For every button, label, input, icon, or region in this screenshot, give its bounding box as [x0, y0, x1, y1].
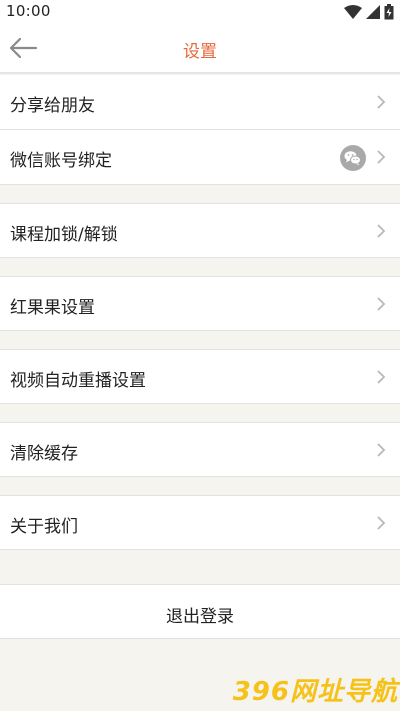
menu-item-about-us-label: 关于我们 — [10, 517, 78, 537]
menu-item-about-us[interactable]: 关于我们 — [0, 495, 400, 550]
logout-label: 退出登录 — [166, 607, 234, 627]
chevron-right-icon — [377, 443, 386, 457]
chevron-right-icon — [377, 297, 386, 311]
menu-item-course-lock[interactable]: 课程加锁/解锁 — [0, 203, 400, 258]
battery-icon — [384, 4, 394, 20]
chevron-right-icon — [377, 95, 386, 109]
wechat-icon — [340, 145, 366, 171]
menu-item-share[interactable]: 分享给朋友 — [0, 75, 400, 130]
chevron-right-icon — [377, 516, 386, 530]
chevron-right-icon — [377, 370, 386, 384]
logout-button[interactable]: 退出登录 — [0, 584, 400, 639]
menu-item-course-lock-label: 课程加锁/解锁 — [10, 225, 118, 245]
chevron-right-icon — [377, 224, 386, 238]
app-header: 设置 — [0, 24, 400, 74]
status-icons — [344, 3, 394, 21]
wifi-icon — [344, 5, 362, 19]
menu-item-video-autoplay-label: 视频自动重播设置 — [10, 371, 146, 391]
menu-item-share-label: 分享给朋友 — [10, 96, 95, 116]
menu-item-wechat-label: 微信账号绑定 — [10, 151, 112, 171]
menu-item-clear-cache[interactable]: 清除缓存 — [0, 422, 400, 477]
menu-item-red-fruit-settings[interactable]: 红果果设置 — [0, 276, 400, 331]
menu-item-clear-cache-label: 清除缓存 — [10, 444, 78, 464]
menu-item-wechat-binding[interactable]: 微信账号绑定 — [0, 130, 400, 185]
chevron-right-icon — [377, 150, 386, 164]
page-title: 设置 — [183, 42, 217, 62]
signal-icon — [366, 5, 380, 19]
status-bar: 10:00 — [0, 0, 400, 24]
status-time: 10:00 — [6, 2, 51, 20]
menu-item-red-fruit-label: 红果果设置 — [10, 298, 95, 318]
site-watermark: 396网址导航 — [232, 677, 398, 707]
menu-item-video-autoplay[interactable]: 视频自动重播设置 — [0, 349, 400, 404]
